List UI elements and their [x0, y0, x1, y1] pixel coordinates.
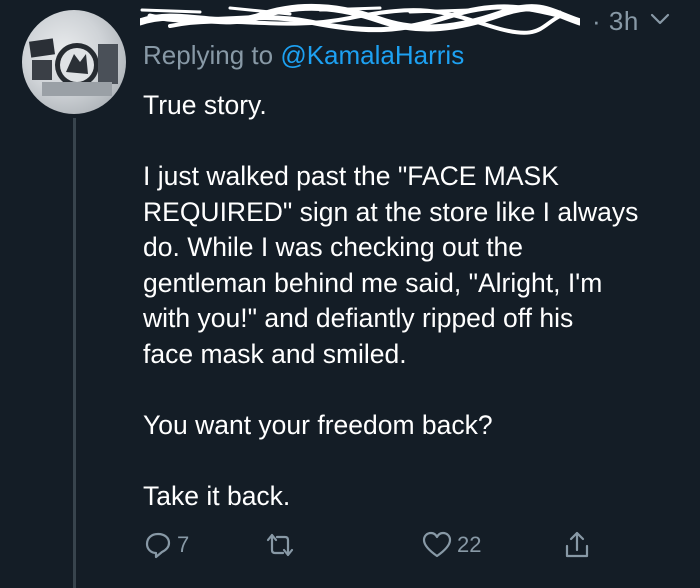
tweet-text: True story. I just walked past the "FACE… — [143, 88, 683, 514]
author-row: · 3h — [140, 2, 680, 36]
tweet-line: True story. — [143, 90, 267, 120]
reply-icon — [145, 532, 171, 559]
tweet-line: You want your freedom back? — [143, 409, 493, 440]
tweet-line: Take it back. — [143, 480, 291, 511]
tweet[interactable]: · 3h Replying to @KamalaHarris True stor… — [0, 0, 700, 588]
avatar[interactable] — [22, 10, 126, 114]
tweet-line: REQUIRED" sign at the store like I alway… — [143, 196, 639, 227]
replying-to-label: Replying to — [143, 40, 281, 70]
share-icon — [565, 531, 589, 558]
replying-to: Replying to @KamalaHarris — [143, 40, 464, 71]
like-count: 22 — [457, 532, 482, 557]
chevron-down-icon[interactable] — [650, 12, 670, 26]
tweet-line: I just walked past the "FACE MASK — [143, 161, 559, 191]
reply-button[interactable]: 7 — [143, 530, 189, 560]
mention-link[interactable]: @KamalaHarris — [280, 40, 464, 70]
retweet-button[interactable] — [263, 530, 297, 560]
reply-count: 7 — [177, 532, 190, 557]
avatar-image — [29, 38, 118, 96]
like-button[interactable]: 22 — [421, 530, 481, 560]
tweet-line: with you!" and defiantly ripped off his — [143, 303, 574, 333]
tweet-line: face mask and smiled. — [143, 338, 407, 369]
thread-line — [73, 118, 76, 588]
heart-icon — [422, 531, 452, 558]
redacted-display-name — [140, 3, 580, 35]
retweet-icon — [266, 533, 294, 557]
tweet-line: do. While I was checking out the — [143, 232, 524, 262]
tweet-line: gentleman behind me said, "Alright, I'm — [143, 267, 603, 298]
tweet-timestamp[interactable]: · 3h — [592, 6, 639, 37]
share-button[interactable] — [563, 530, 591, 560]
action-bar: 7 22 — [143, 530, 603, 570]
